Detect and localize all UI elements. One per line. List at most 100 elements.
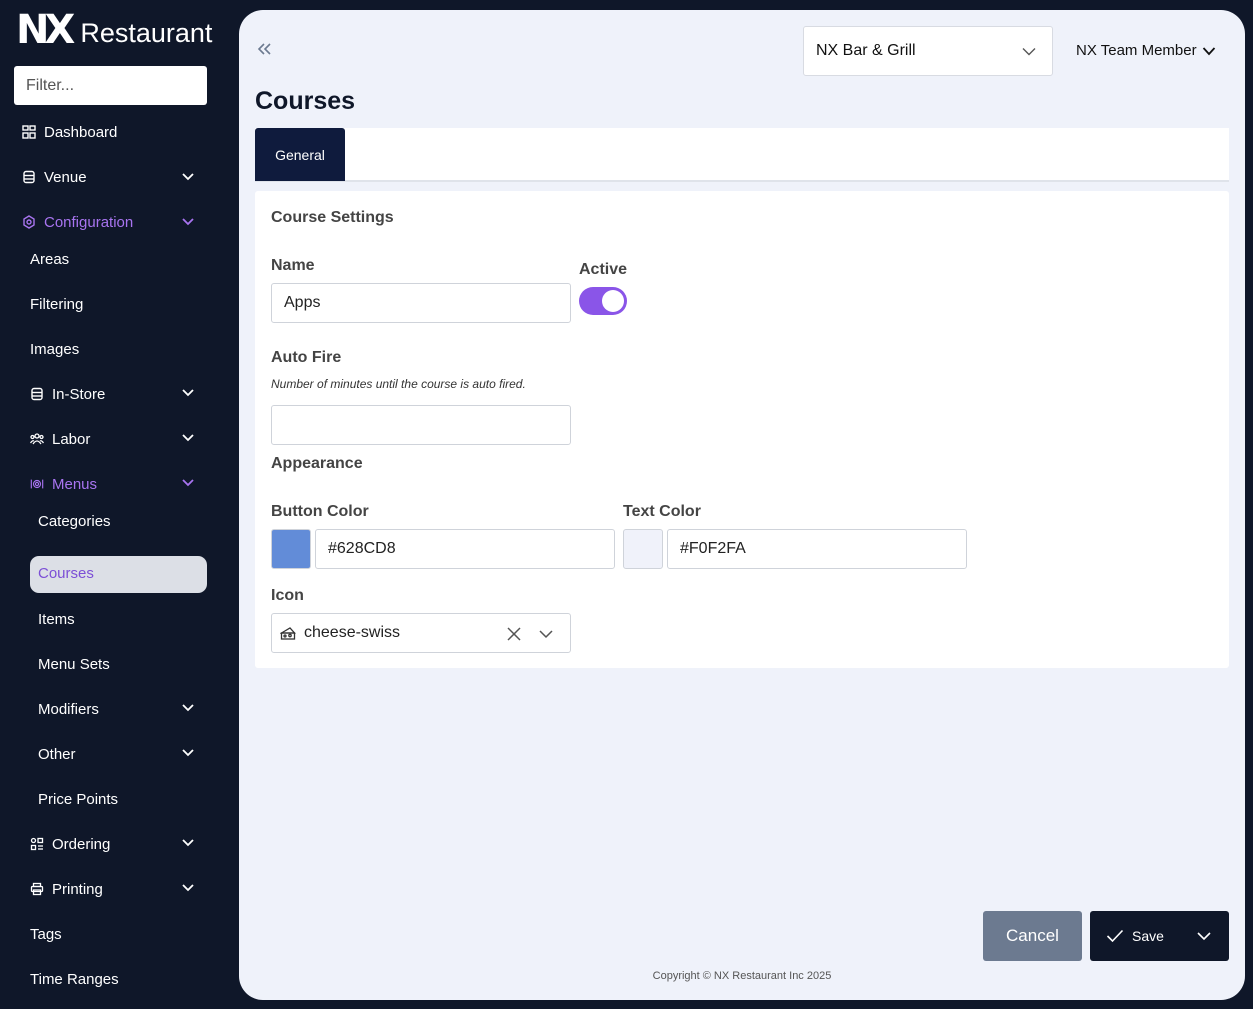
sidebar-item-other[interactable]: Other <box>38 742 76 766</box>
save-button-label: Save <box>1132 928 1164 944</box>
sidebar-item-label: Ordering <box>52 835 111 853</box>
chevron-down-icon[interactable] <box>1196 929 1212 943</box>
chevron-down-icon[interactable] <box>181 835 195 849</box>
section-title: Course Settings <box>271 209 394 226</box>
sidebar-item-label: In-Store <box>52 385 106 403</box>
text-color-label: Text Color <box>623 503 701 520</box>
sidebar: NX Restaurant Dashboard Venue Configurat… <box>0 0 239 1009</box>
chevron-down-icon <box>1022 44 1036 58</box>
sidebar-item-filtering[interactable]: Filtering <box>30 292 83 316</box>
name-label: Name <box>271 257 315 274</box>
button-color-input[interactable]: #628CD8 <box>315 529 615 569</box>
sidebar-item-labor[interactable]: Labor <box>30 427 90 451</box>
auto-fire-hint: Number of minutes until the course is au… <box>271 377 526 391</box>
sidebar-item-label: Categories <box>38 512 111 530</box>
toggle-knob <box>602 290 624 312</box>
sidebar-item-label: Menu Sets <box>38 655 110 673</box>
sidebar-item-label: Labor <box>52 430 91 448</box>
main-panel: NX Bar & Grill NX Team Member Courses Ge… <box>239 10 1245 1000</box>
brand-name: Restaurant <box>80 18 213 48</box>
sidebar-item-label: Venue <box>44 168 87 186</box>
user-name: NX Team Member <box>1076 42 1197 59</box>
check-icon <box>1106 929 1124 943</box>
database-icon <box>22 170 36 184</box>
sidebar-item-areas[interactable]: Areas <box>30 247 69 271</box>
venue-select[interactable]: NX Bar & Grill <box>803 26 1053 76</box>
sidebar-item-in-store[interactable]: In-Store <box>30 382 105 406</box>
save-button[interactable]: Save <box>1090 911 1229 961</box>
brand-logo[interactable]: NX Restaurant <box>16 10 212 50</box>
sidebar-item-menu-sets[interactable]: Menu Sets <box>38 652 110 676</box>
sidebar-item-label: Modifiers <box>38 700 99 718</box>
chevron-down-icon[interactable] <box>181 700 195 714</box>
utensils-plate-icon <box>30 477 44 491</box>
sidebar-item-label: Items <box>38 610 75 628</box>
sidebar-item-label: Areas <box>30 250 70 268</box>
active-label: Active <box>579 261 628 278</box>
sidebar-item-ordering[interactable]: Ordering <box>30 832 110 856</box>
sidebar-item-images[interactable]: Images <box>30 337 79 361</box>
sidebar-item-tags[interactable]: Tags <box>30 922 62 946</box>
name-input[interactable]: Apps <box>271 283 571 323</box>
page-title: Courses <box>255 87 356 115</box>
course-settings-card: Course Settings Name Apps Active Auto Fi… <box>255 191 1229 668</box>
icon-select-value: cheese-swiss <box>304 624 401 641</box>
button-color-swatch[interactable] <box>271 529 311 569</box>
clear-icon[interactable] <box>506 626 522 642</box>
sidebar-item-label: Filtering <box>30 295 84 313</box>
tab-general[interactable]: General <box>255 128 345 181</box>
sidebar-item-venue[interactable]: Venue <box>22 165 87 189</box>
chevron-down-icon[interactable] <box>181 385 195 399</box>
database-icon <box>30 387 44 401</box>
sidebar-item-label: Images <box>30 340 80 358</box>
sidebar-item-label: Time Ranges <box>30 970 119 988</box>
sidebar-item-label: Menus <box>52 475 98 493</box>
icon-label: Icon <box>271 587 304 604</box>
icon-select[interactable]: cheese-swiss <box>271 613 571 653</box>
sidebar-item-printing[interactable]: Printing <box>30 877 103 901</box>
active-toggle[interactable] <box>579 287 627 315</box>
text-color-input[interactable]: #F0F2FA <box>667 529 967 569</box>
sidebar-item-dashboard[interactable]: Dashboard <box>22 120 117 144</box>
sidebar-item-label: Printing <box>52 880 103 898</box>
sidebar-item-price-points[interactable]: Price Points <box>38 787 118 811</box>
sidebar-item-label: Price Points <box>38 790 119 808</box>
sidebar-item-label: Courses <box>38 565 94 582</box>
sidebar-item-categories[interactable]: Categories <box>38 509 111 533</box>
user-menu[interactable]: NX Team Member <box>1076 42 1216 59</box>
sidebar-filter-input[interactable] <box>14 66 207 105</box>
cancel-button[interactable]: Cancel <box>983 911 1082 961</box>
chevron-down-icon[interactable] <box>181 745 195 759</box>
chevron-down-icon[interactable] <box>181 880 195 894</box>
copyright: Copyright © NX Restaurant Inc 2025 <box>652 970 832 982</box>
chevron-down-icon[interactable] <box>181 214 195 228</box>
gear-icon <box>22 215 36 229</box>
sidebar-item-items[interactable]: Items <box>38 607 75 631</box>
chevron-down-icon[interactable] <box>181 169 195 183</box>
sidebar-item-modifiers[interactable]: Modifiers <box>38 697 99 721</box>
text-color-swatch[interactable] <box>623 529 663 569</box>
collapse-sidebar-icon[interactable] <box>255 40 273 58</box>
sidebar-item-label: Tags <box>30 925 62 943</box>
cheese-swiss-icon <box>280 627 296 640</box>
sidebar-item-menus[interactable]: Menus <box>30 472 97 496</box>
sidebar-item-label: Dashboard <box>44 123 118 141</box>
auto-fire-input[interactable] <box>271 405 571 445</box>
chevron-down-icon[interactable] <box>538 626 554 642</box>
dashboard-icon <box>22 125 36 139</box>
chevron-down-icon[interactable] <box>181 430 195 444</box>
printer-icon <box>30 882 44 896</box>
sidebar-item-time-ranges[interactable]: Time Ranges <box>30 967 119 991</box>
venue-select-value: NX Bar & Grill <box>816 42 916 59</box>
sidebar-item-configuration[interactable]: Configuration <box>22 210 133 234</box>
tab-bar: General <box>255 128 1229 182</box>
ordering-icon <box>30 837 44 851</box>
auto-fire-label: Auto Fire <box>271 349 342 366</box>
sidebar-item-label: Configuration <box>44 213 134 231</box>
appearance-label: Appearance <box>271 455 363 472</box>
sidebar-item-label: Other <box>38 745 76 763</box>
chevron-down-icon <box>1202 46 1215 55</box>
chevron-down-icon[interactable] <box>181 475 195 489</box>
users-icon <box>30 432 44 446</box>
brand-mark: NX <box>16 7 75 53</box>
